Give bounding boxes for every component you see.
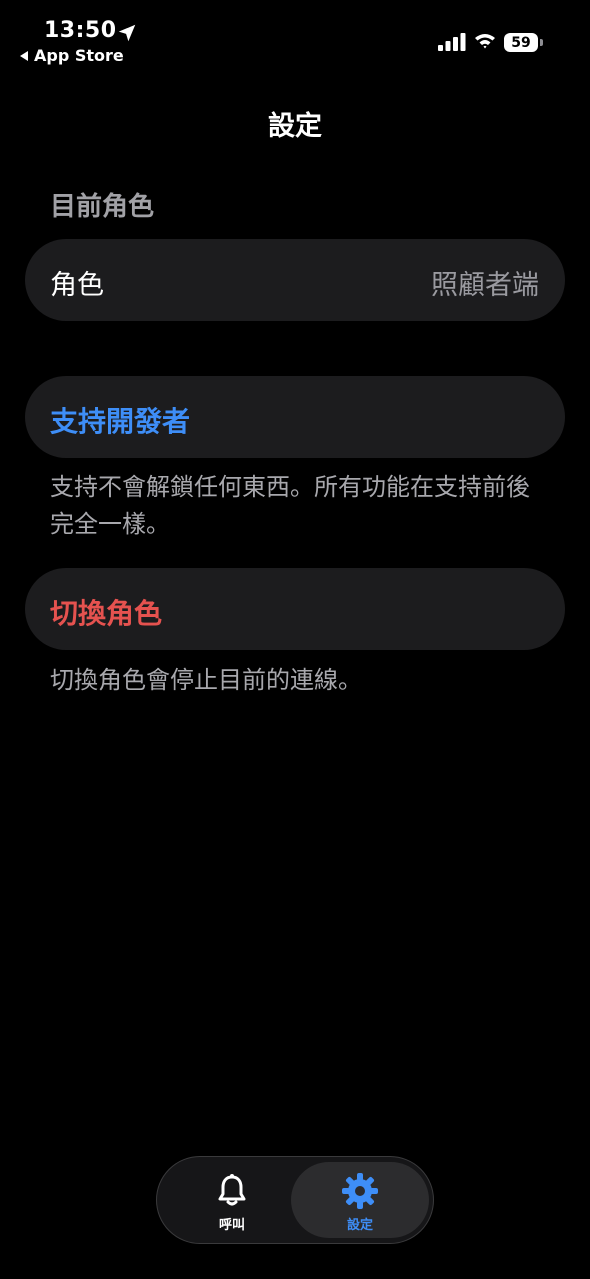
location-arrow-icon — [118, 24, 136, 42]
role-value: 照顧者端 — [431, 270, 539, 301]
role-row: 角色 照顧者端 — [25, 239, 565, 321]
tab-bar: 呼叫 設定 — [156, 1156, 434, 1244]
role-label: 角色 — [50, 270, 104, 301]
tab-settings[interactable]: 設定 — [291, 1162, 429, 1238]
battery-cap — [540, 39, 543, 46]
switch-role-button[interactable]: 切換角色 — [25, 568, 565, 650]
tab-settings-label: 設定 — [346, 1218, 373, 1233]
tab-call[interactable]: 呼叫 — [163, 1162, 301, 1238]
back-to-app-store-link[interactable]: App Store — [20, 46, 124, 65]
back-app-label: App Store — [34, 46, 124, 65]
status-time: 13:50 — [44, 18, 117, 43]
cellular-signal-icon — [438, 33, 466, 51]
status-bar: 13:50 App Store 59 — [0, 0, 590, 80]
back-triangle-icon — [20, 50, 28, 61]
gear-icon — [342, 1173, 378, 1209]
current-role-section-header: 目前角色 — [50, 192, 155, 222]
switch-role-label: 切換角色 — [50, 597, 163, 630]
battery-indicator: 59 — [504, 33, 538, 52]
bell-icon — [218, 1174, 246, 1206]
support-developer-label: 支持開發者 — [50, 405, 191, 438]
tab-call-label: 呼叫 — [218, 1218, 245, 1233]
page-title: 設定 — [268, 111, 322, 142]
support-footnote: 支持不會解鎖任何東西。所有功能在支持前後完全一樣。 — [50, 473, 530, 538]
switch-role-footnote: 切換角色會停止目前的連線。 — [50, 666, 362, 694]
wifi-icon — [475, 34, 495, 49]
support-developer-button[interactable]: 支持開發者 — [25, 376, 565, 458]
